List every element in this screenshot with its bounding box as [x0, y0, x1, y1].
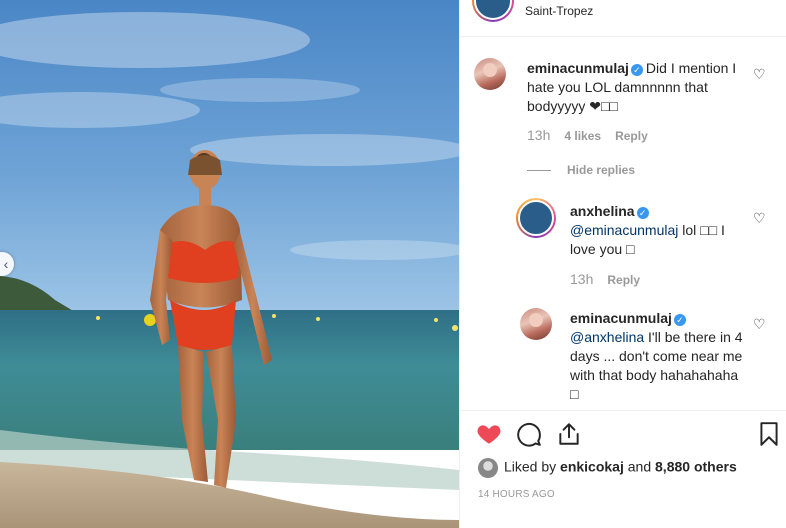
share-upload-icon[interactable]: [556, 421, 582, 447]
heart-outline-icon[interactable]: ♡: [753, 67, 766, 81]
post-side-panel: Saint-Tropez eminacunmulaj ✓ Did I mention…: [459, 0, 786, 528]
hide-replies-line: [527, 170, 551, 171]
speech-bubble-icon[interactable]: [516, 421, 542, 447]
author-avatar[interactable]: [472, 0, 514, 22]
verified-badge-icon: ✓: [630, 64, 643, 76]
comments-list[interactable]: eminacunmulaj ✓ Did I mention I hate you L…: [460, 38, 786, 410]
reply-username[interactable]: anxhelina: [570, 203, 635, 219]
reply-text: eminacunmulaj ✓ @anxhelina I'll be there …: [570, 309, 745, 404]
reply-avatar[interactable]: [520, 308, 552, 340]
liked-by-row: Liked by enkicokaj and 8,880 others: [478, 458, 737, 478]
comment-username[interactable]: eminacunmulaj: [527, 60, 629, 76]
reply-meta: 13h Reply: [570, 271, 640, 287]
post-header: Saint-Tropez: [460, 0, 786, 37]
post-photo[interactable]: ‹: [0, 0, 459, 528]
verified-badge-icon: ✓: [673, 314, 686, 326]
post-timestamp[interactable]: 14 HOURS AGO: [478, 489, 555, 500]
location-link[interactable]: Saint-Tropez: [525, 4, 593, 18]
hide-replies-button[interactable]: Hide replies: [567, 163, 635, 177]
reply-button[interactable]: Reply: [607, 273, 640, 287]
liked-by-count[interactable]: 8,880 others: [655, 459, 737, 475]
reply-mention[interactable]: @anxhelina: [570, 329, 644, 345]
bookmark-icon[interactable]: [756, 421, 782, 447]
heart-outline-icon[interactable]: ♡: [753, 317, 766, 331]
comment-meta: 13h 4 likes Reply: [527, 127, 648, 143]
commenter-avatar[interactable]: [474, 58, 506, 90]
liked-by-prefix: Liked by: [504, 458, 561, 475]
heart-filled-icon[interactable]: [476, 421, 502, 447]
beach-photo-image: [0, 0, 459, 528]
liked-by-and: and: [623, 458, 656, 475]
reply-username[interactable]: eminacunmulaj: [570, 310, 672, 326]
heart-outline-icon[interactable]: ♡: [753, 211, 766, 225]
verified-badge-icon: ✓: [636, 207, 649, 219]
reply-time[interactable]: 13h: [570, 271, 593, 287]
reply-avatar[interactable]: [516, 198, 556, 238]
reply-button[interactable]: Reply: [615, 129, 648, 143]
liked-by-user[interactable]: enkicokaj: [560, 459, 624, 475]
chevron-left-icon: ‹: [3, 256, 9, 272]
comment-likes[interactable]: 4 likes: [564, 129, 601, 143]
liker-avatar[interactable]: [478, 458, 498, 478]
comment-time[interactable]: 13h: [527, 127, 550, 143]
reply-mention[interactable]: @eminacunmulaj: [570, 222, 678, 238]
reply-text: anxhelina ✓ @eminacunmulaj lol □□ I love …: [570, 202, 745, 259]
post-actions: Liked by enkicokaj and 8,880 others 14 H…: [460, 410, 786, 528]
comment-text: eminacunmulaj ✓ Did I mention I hate you L…: [527, 59, 742, 116]
